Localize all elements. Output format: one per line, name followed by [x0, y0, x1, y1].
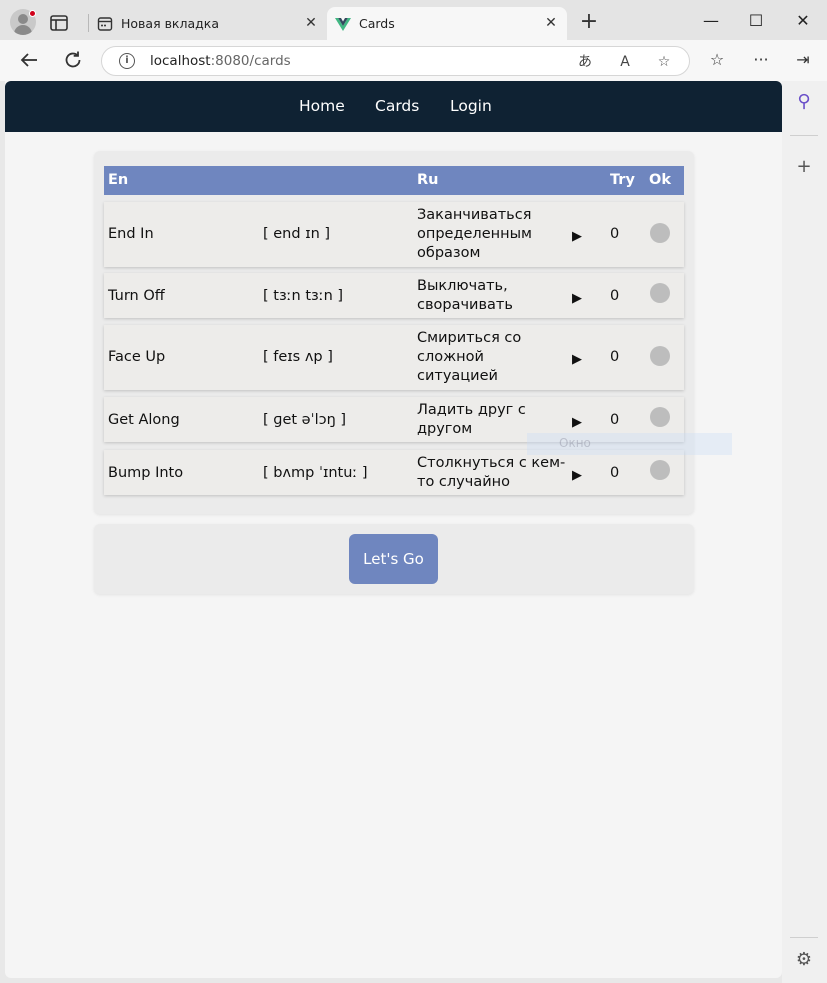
- sidebar-divider: [790, 135, 818, 136]
- minimize-icon[interactable]: —: [700, 11, 722, 31]
- ok-toggle[interactable]: [650, 283, 670, 303]
- add-icon[interactable]: +: [793, 156, 815, 178]
- translate-icon[interactable]: あ: [575, 52, 595, 72]
- word-en: Bump Into: [108, 465, 184, 481]
- try-count: 0: [610, 226, 620, 242]
- back-arrow-icon[interactable]: [17, 48, 41, 72]
- close-tab-icon[interactable]: ✕: [303, 15, 319, 31]
- ok-toggle[interactable]: [650, 346, 670, 366]
- more-options-icon[interactable]: ···: [750, 49, 772, 71]
- table-row: Bump Into [ bʌmp ˈɪntuː ] Столкнуться с …: [104, 450, 684, 495]
- search-icon[interactable]: ⚲: [793, 91, 815, 113]
- ok-toggle[interactable]: [650, 223, 670, 243]
- nav-link-login[interactable]: Login: [450, 97, 492, 115]
- reload-icon[interactable]: [61, 48, 85, 72]
- word-en: End In: [108, 226, 154, 242]
- ok-toggle[interactable]: [650, 460, 670, 480]
- address-bar[interactable]: i localhost:8080/cards あ A ☆: [101, 46, 690, 76]
- favorites-list-icon[interactable]: ☆: [706, 49, 728, 71]
- action-panel: Let's Go: [94, 524, 694, 594]
- header-ok: Ok: [649, 172, 671, 188]
- try-count: 0: [610, 349, 620, 365]
- new-tab-button[interactable]: +: [578, 11, 600, 34]
- page-viewport: Home Cards Login En Ru Try Ok End In [ e…: [5, 81, 782, 978]
- word-en: Turn Off: [108, 288, 165, 304]
- maximize-icon[interactable]: ☐: [745, 11, 767, 31]
- try-count: 0: [610, 288, 620, 304]
- tab-title: Новая вкладка: [121, 16, 219, 31]
- cards-table-panel: En Ru Try Ok End In [ end ɪn ] Заканчива…: [94, 151, 694, 514]
- header-ru: Ru: [417, 172, 439, 188]
- settings-gear-icon[interactable]: ⚙: [793, 949, 815, 971]
- browser-toolbar: i localhost:8080/cards あ A ☆ ☆ ··· ⇥: [0, 40, 827, 81]
- read-aloud-icon[interactable]: A: [615, 52, 635, 72]
- table-header: En Ru Try Ok: [104, 166, 684, 195]
- play-icon[interactable]: ▶: [572, 413, 586, 430]
- drag-ghost-overlay: Окно: [527, 433, 732, 455]
- site-info-icon[interactable]: i: [119, 53, 135, 69]
- tab-new-tab[interactable]: Новая вкладка ✕: [89, 7, 327, 40]
- word-ru: Выключать, сворачивать: [417, 278, 513, 313]
- play-icon[interactable]: ▶: [572, 350, 586, 367]
- word-en: Get Along: [108, 412, 180, 428]
- top-navigation: Home Cards Login: [5, 81, 782, 132]
- sidebar-toggle-icon[interactable]: ⇥: [792, 49, 814, 71]
- play-icon[interactable]: ▶: [572, 289, 586, 306]
- vue-logo-icon: [335, 18, 351, 31]
- tab-title: Cards: [359, 16, 395, 31]
- word-transcription: [ end ɪn ]: [263, 226, 331, 242]
- browser-sidebar: ⚲ + ⚙: [782, 81, 827, 983]
- nav-link-home[interactable]: Home: [299, 97, 345, 115]
- header-en: En: [108, 172, 129, 188]
- table-row: Face Up [ feɪs ʌp ] Смириться со сложной…: [104, 325, 684, 390]
- word-ru: Заканчиваться определенным образом: [417, 207, 532, 261]
- close-tab-icon[interactable]: ✕: [543, 15, 559, 31]
- play-icon[interactable]: ▶: [572, 227, 586, 244]
- word-en: Face Up: [108, 349, 166, 365]
- url-text: localhost:8080/cards: [150, 53, 291, 69]
- new-tab-icon: [97, 17, 113, 31]
- tab-actions-icon[interactable]: [48, 12, 70, 34]
- favorite-star-icon[interactable]: ☆: [654, 52, 674, 72]
- word-transcription: [ feɪs ʌp ]: [263, 349, 333, 365]
- try-count: 0: [610, 412, 620, 428]
- table-row: End In [ end ɪn ] Заканчиваться определе…: [104, 202, 684, 267]
- lets-go-button[interactable]: Let's Go: [349, 534, 438, 584]
- ghost-label: Окно: [559, 436, 591, 450]
- word-ru: Столкнуться с кем-то случайно: [417, 455, 566, 490]
- word-transcription: [ ɡet əˈlɔŋ ]: [263, 412, 347, 428]
- try-count: 0: [610, 465, 620, 481]
- header-try: Try: [610, 172, 635, 188]
- play-icon[interactable]: ▶: [572, 466, 586, 483]
- close-window-icon[interactable]: ✕: [792, 11, 814, 31]
- word-transcription: [ tɜːn tɜːn ]: [263, 288, 344, 304]
- ok-toggle[interactable]: [650, 407, 670, 427]
- notification-dot-icon: [29, 10, 36, 17]
- word-transcription: [ bʌmp ˈɪntuː ]: [263, 465, 368, 481]
- word-ru: Смириться со сложной ситуацией: [417, 330, 522, 384]
- table-row: Turn Off [ tɜːn tɜːn ] Выключать, сворач…: [104, 273, 684, 318]
- nav-link-cards[interactable]: Cards: [375, 97, 419, 115]
- sidebar-divider: [790, 937, 818, 938]
